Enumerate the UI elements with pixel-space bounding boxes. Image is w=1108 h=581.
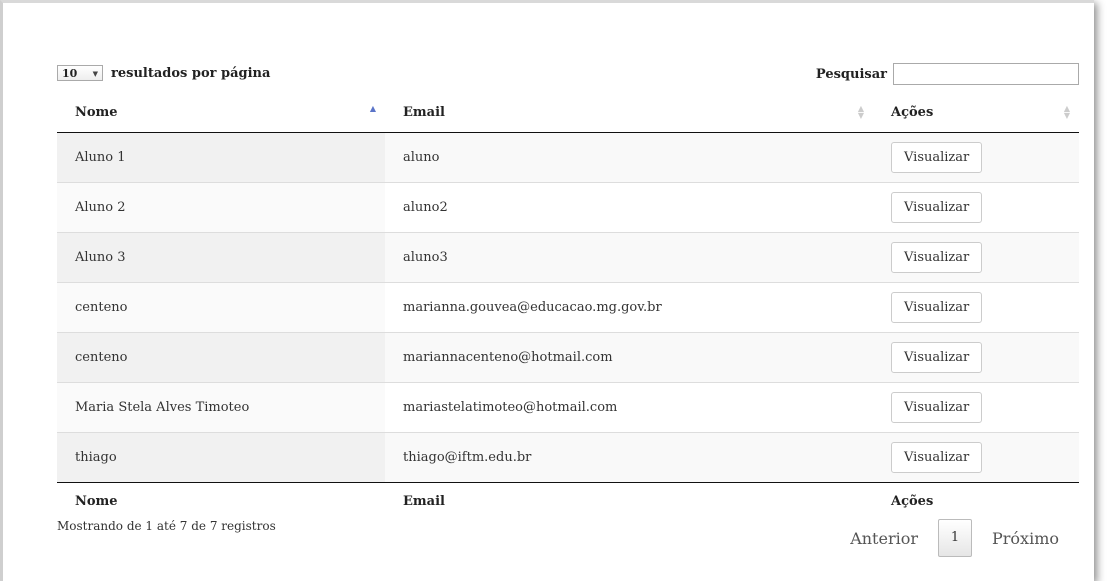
cell-nome: Aluno 1 <box>57 132 385 183</box>
cell-nome: Aluno 3 <box>57 232 385 283</box>
table-controls: 10 ▼ resultados por página Pesquisar <box>57 63 1079 89</box>
pagination: Anterior 1 Próximo <box>830 519 1079 557</box>
cell-nome: Maria Stela Alves Timoteo <box>57 382 385 433</box>
dropdown-arrow-icon: ▼ <box>92 68 98 78</box>
page-1-button[interactable]: 1 <box>938 519 972 557</box>
column-footer-nome: Nome <box>75 493 118 509</box>
cell-email: thiago@iftm.edu.br <box>385 432 873 483</box>
cell-acoes: Visualizar <box>873 133 1079 183</box>
window-frame: 10 ▼ resultados por página Pesquisar Nom… <box>0 0 1094 581</box>
table-footer-controls: Mostrando de 1 até 7 de 7 registros Ante… <box>57 519 1079 579</box>
search-label: Pesquisar <box>815 66 887 82</box>
table-row: Maria Stela Alves Timoteo mariastelatimo… <box>57 382 1079 433</box>
search-control: Pesquisar <box>816 63 1079 85</box>
table-header-row: Nome ▲ Email ▲ ▼ Ações ▲ ▼ <box>57 93 1079 133</box>
visualizar-button[interactable]: Visualizar <box>891 442 983 473</box>
users-table: Nome ▲ Email ▲ ▼ Ações ▲ ▼ Aluno 1 aluno… <box>57 93 1079 519</box>
sort-both-icon: ▲ ▼ <box>1063 103 1070 120</box>
visualizar-button[interactable]: Visualizar <box>891 142 983 173</box>
column-header-nome[interactable]: Nome ▲ <box>57 93 385 133</box>
cell-email: aluno2 <box>385 182 873 233</box>
cell-acoes: Visualizar <box>873 182 1079 233</box>
cell-acoes: Visualizar <box>873 282 1079 333</box>
column-header-label: Ações <box>891 105 934 120</box>
sort-ascending-icon: ▲ <box>369 103 376 113</box>
previous-page-button[interactable]: Anterior <box>830 529 938 548</box>
cell-acoes: Visualizar <box>873 382 1079 433</box>
cell-email: aluno3 <box>385 232 873 283</box>
cell-nome: centeno <box>57 282 385 333</box>
column-header-label: Email <box>403 105 445 120</box>
table-row: thiago thiago@iftm.edu.br Visualizar <box>57 432 1079 483</box>
datatable-wrapper: 10 ▼ resultados por página Pesquisar Nom… <box>57 63 1079 579</box>
page-length-value: 10 <box>62 66 78 80</box>
sort-both-icon: ▲ ▼ <box>857 103 864 120</box>
table-footer-row: Nome Email Ações <box>57 483 1079 520</box>
cell-email: mariannacenteno@hotmail.com <box>385 332 873 383</box>
visualizar-button[interactable]: Visualizar <box>891 292 983 323</box>
visualizar-button[interactable]: Visualizar <box>891 342 983 373</box>
column-footer-acoes: Ações <box>891 493 934 509</box>
search-input[interactable] <box>893 63 1079 85</box>
cell-email: mariastelatimoteo@hotmail.com <box>385 382 873 433</box>
table-row: centeno marianna.gouvea@educacao.mg.gov.… <box>57 282 1079 333</box>
cell-nome: thiago <box>57 432 385 483</box>
table-row: Aluno 1 aluno Visualizar <box>57 132 1079 183</box>
visualizar-button[interactable]: Visualizar <box>891 242 983 273</box>
column-header-email[interactable]: Email ▲ ▼ <box>385 93 873 133</box>
table-row: Aluno 2 aluno2 Visualizar <box>57 182 1079 233</box>
cell-acoes: Visualizar <box>873 332 1079 383</box>
table-row: Aluno 3 aluno3 Visualizar <box>57 232 1079 283</box>
cell-nome: centeno <box>57 332 385 383</box>
cell-acoes: Visualizar <box>873 232 1079 283</box>
page-length-select[interactable]: 10 ▼ <box>57 65 103 81</box>
visualizar-button[interactable]: Visualizar <box>891 392 983 423</box>
page-length-label: resultados por página <box>111 65 271 81</box>
cell-email: aluno <box>403 150 440 165</box>
table-info: Mostrando de 1 até 7 de 7 registros <box>57 519 276 533</box>
column-header-label: Nome <box>75 105 118 120</box>
cell-email: marianna.gouvea@educacao.mg.gov.br <box>385 282 873 333</box>
visualizar-button[interactable]: Visualizar <box>891 192 983 223</box>
page-length-control: 10 ▼ resultados por página <box>57 65 270 81</box>
next-page-button[interactable]: Próximo <box>972 529 1079 548</box>
column-header-acoes[interactable]: Ações ▲ ▼ <box>873 93 1079 133</box>
cell-acoes: Visualizar <box>873 432 1079 483</box>
table-row: centeno mariannacenteno@hotmail.com Visu… <box>57 332 1079 383</box>
column-footer-email: Email <box>403 493 445 509</box>
cell-nome: Aluno 2 <box>57 182 385 233</box>
